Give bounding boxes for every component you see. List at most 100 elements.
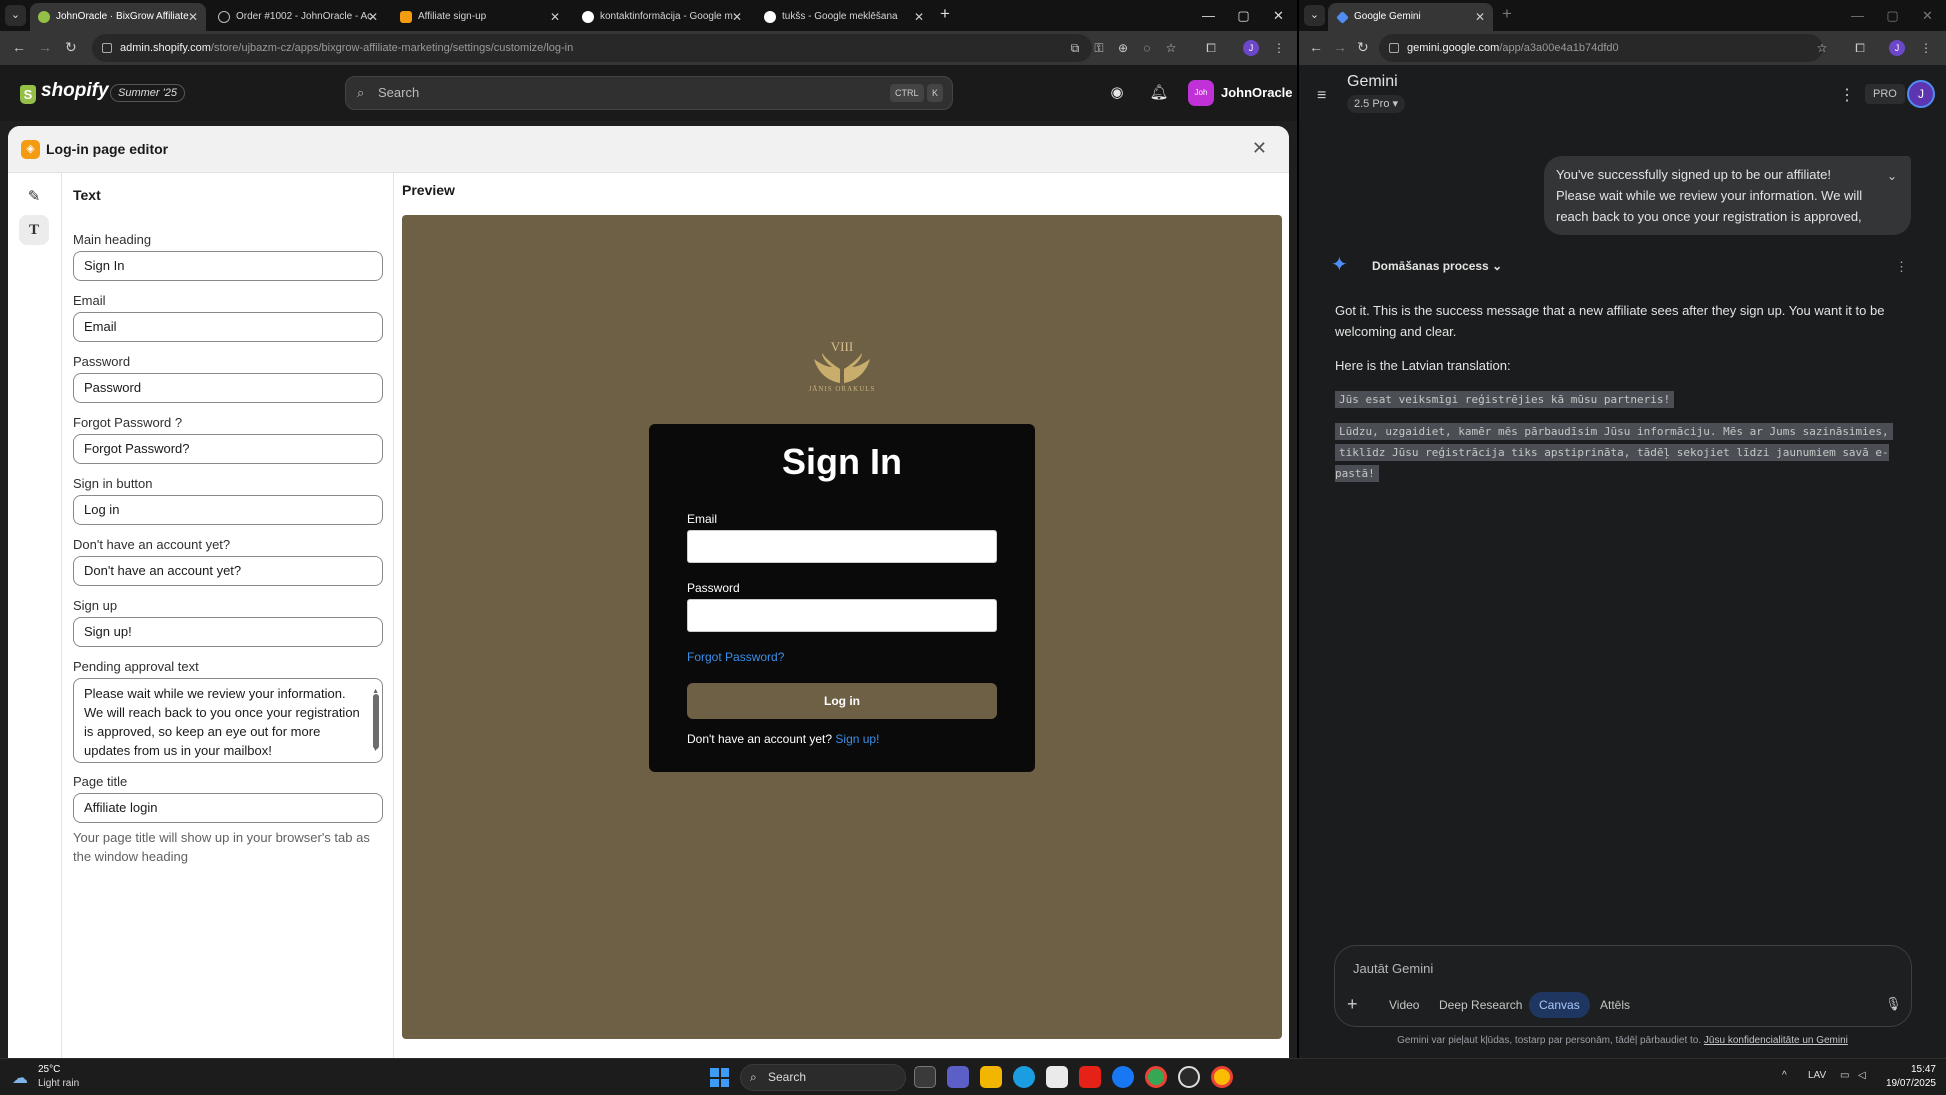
close-window-button[interactable]: ✕: [1910, 0, 1945, 31]
account-avatar[interactable]: J: [1907, 80, 1935, 108]
tool-deep-research[interactable]: Deep Research: [1439, 998, 1522, 1012]
back-icon[interactable]: ←: [12, 39, 26, 55]
address-bar[interactable]: admin.shopify.com/store/ujbazm-cz/apps/b…: [92, 34, 1092, 62]
tab-order[interactable]: Order #1002 - JohnOracle - Ac ✕: [210, 3, 386, 31]
minimize-button[interactable]: —: [1840, 0, 1875, 31]
keyboard-language[interactable]: LAV: [1808, 1070, 1826, 1081]
close-tab-icon[interactable]: ✕: [188, 3, 198, 31]
thinking-process-toggle[interactable]: Domāšanas process ⌄: [1372, 259, 1502, 273]
menu-hamburger-icon[interactable]: ≡: [1317, 87, 1326, 105]
teams-icon[interactable]: [947, 1066, 969, 1088]
facebook-icon[interactable]: [1112, 1066, 1134, 1088]
forward-icon[interactable]: →: [1333, 39, 1347, 55]
bookmark-star-icon[interactable]: ☆: [1164, 41, 1178, 55]
clock-date[interactable]: 19/07/2025: [1876, 1078, 1936, 1089]
close-tab-icon[interactable]: ✕: [550, 3, 560, 31]
chrome-profile-icon[interactable]: [1211, 1066, 1233, 1088]
bookmark-star-icon[interactable]: ☆: [1815, 41, 1829, 55]
model-selector[interactable]: 2.5 Pro ▾: [1347, 95, 1406, 113]
volume-icon[interactable]: ◁: [1858, 1070, 1866, 1081]
close-tab-icon[interactable]: ✕: [914, 3, 924, 31]
new-tab-button[interactable]: +: [940, 4, 950, 24]
notifications-bell-icon[interactable]: 🔔︎: [1148, 82, 1170, 104]
extensions-icon[interactable]: ⧠: [1204, 41, 1218, 55]
store-icon[interactable]: [1046, 1066, 1068, 1088]
new-tab-button[interactable]: +: [1502, 4, 1512, 24]
no-account-input[interactable]: Don't have an account yet?: [73, 556, 383, 586]
file-explorer-icon[interactable]: [980, 1066, 1002, 1088]
minimize-button[interactable]: —: [1191, 0, 1226, 31]
site-info-icon[interactable]: [102, 43, 112, 53]
signup-link[interactable]: Sign up!: [835, 732, 879, 746]
shopify-search-input[interactable]: ⌕ Search CTRL K: [345, 76, 953, 110]
close-tab-icon[interactable]: ✕: [368, 3, 378, 31]
weather-desc[interactable]: Light rain: [38, 1078, 79, 1089]
page-title-input[interactable]: Affiliate login: [73, 793, 383, 823]
prompt-input[interactable]: Jautāt Gemini + Video Deep Research Canv…: [1334, 945, 1912, 1027]
chrome-icon[interactable]: [1145, 1066, 1167, 1088]
tab-gemini[interactable]: Google Gemini ✕: [1328, 3, 1493, 31]
text-tool-icon[interactable]: T: [19, 215, 49, 245]
email-text-input[interactable]: Email: [73, 312, 383, 342]
expand-chevron-icon[interactable]: ⌄: [1887, 166, 1897, 187]
network-icon[interactable]: ▭: [1840, 1070, 1849, 1081]
sidekick-icon[interactable]: ◉: [1106, 82, 1128, 104]
weather-temp[interactable]: 25°C: [38, 1064, 60, 1075]
tab-google-contact[interactable]: kontaktinformācija - Google m ✕: [574, 3, 750, 31]
close-modal-icon[interactable]: ✕: [1252, 138, 1267, 159]
store-name[interactable]: JohnOracle: [1221, 85, 1293, 100]
zoom-icon[interactable]: ⊕: [1116, 41, 1130, 55]
sign-in-button-input[interactable]: Log in: [73, 495, 383, 525]
edge-icon[interactable]: [1013, 1066, 1035, 1088]
reload-icon[interactable]: ↻: [65, 39, 77, 56]
forgot-password-link[interactable]: Forgot Password?: [687, 650, 784, 664]
app-c-icon[interactable]: [1178, 1066, 1200, 1088]
tab-google-search[interactable]: tukšs - Google meklēšana ✕: [756, 3, 932, 31]
site-info-icon[interactable]: [1389, 43, 1399, 53]
maximize-button[interactable]: ▢: [1875, 0, 1910, 31]
tool-image[interactable]: Attēls: [1600, 998, 1630, 1012]
preview-email-input[interactable]: [687, 530, 997, 563]
tool-video[interactable]: Video: [1389, 998, 1419, 1012]
forgot-password-input[interactable]: Forgot Password?: [73, 434, 383, 464]
back-icon[interactable]: ←: [1309, 39, 1323, 55]
response-options-icon[interactable]: ⋮: [1895, 259, 1908, 275]
sign-up-input[interactable]: Sign up!: [73, 617, 383, 647]
tray-expand-icon[interactable]: ^: [1782, 1070, 1787, 1081]
close-window-button[interactable]: ✕: [1261, 0, 1296, 31]
clock-time[interactable]: 15:47: [1886, 1064, 1936, 1075]
pending-approval-textarea[interactable]: Please wait while we review your informa…: [73, 678, 383, 763]
forward-icon[interactable]: →: [38, 39, 52, 55]
browser-menu-icon[interactable]: ⋮: [1919, 41, 1933, 55]
youtube-icon[interactable]: [1079, 1066, 1101, 1088]
login-button[interactable]: Log in: [687, 683, 997, 719]
scroll-down-icon[interactable]: ▼: [372, 740, 379, 759]
profile-avatar[interactable]: J: [1889, 40, 1905, 56]
browser-menu-icon[interactable]: ⋮: [1272, 41, 1286, 55]
password-key-icon[interactable]: ⚿: [1092, 41, 1106, 55]
address-bar[interactable]: gemini.google.com/app/a3a00e4a1b74dfd0: [1379, 34, 1823, 62]
preview-password-input[interactable]: [687, 599, 997, 632]
store-avatar[interactable]: Joh: [1188, 80, 1214, 106]
profile-avatar[interactable]: J: [1243, 40, 1259, 56]
more-options-icon[interactable]: ⋮: [1839, 85, 1855, 105]
tab-search-button[interactable]: ⌄: [1304, 5, 1325, 26]
translate-icon[interactable]: ⧉: [1068, 41, 1082, 55]
edition-badge[interactable]: Summer '25: [110, 84, 185, 102]
windows-start-icon[interactable]: [710, 1068, 729, 1087]
weather-rain-icon[interactable]: ☁: [12, 1068, 32, 1087]
task-view-icon[interactable]: [914, 1066, 936, 1088]
textarea-scrollbar[interactable]: ▲ ▼: [372, 682, 379, 759]
design-brush-icon[interactable]: ✎: [19, 182, 49, 212]
taskbar-search[interactable]: ⌕ Search: [740, 1064, 906, 1091]
microphone-icon[interactable]: 🎙︎: [1885, 996, 1902, 1012]
tool-canvas[interactable]: Canvas: [1529, 992, 1590, 1018]
privacy-link[interactable]: Jūsu konfidencialitāte un Gemini: [1704, 1035, 1848, 1046]
password-text-input[interactable]: Password: [73, 373, 383, 403]
shopify-logo[interactable]: Sshopify: [20, 80, 109, 104]
extensions-icon[interactable]: ⧠: [1853, 41, 1867, 55]
tab-search-button[interactable]: ⌄: [5, 5, 26, 26]
maximize-button[interactable]: ▢: [1226, 0, 1261, 31]
main-heading-input[interactable]: Sign In: [73, 251, 383, 281]
close-tab-icon[interactable]: ✕: [732, 3, 742, 31]
